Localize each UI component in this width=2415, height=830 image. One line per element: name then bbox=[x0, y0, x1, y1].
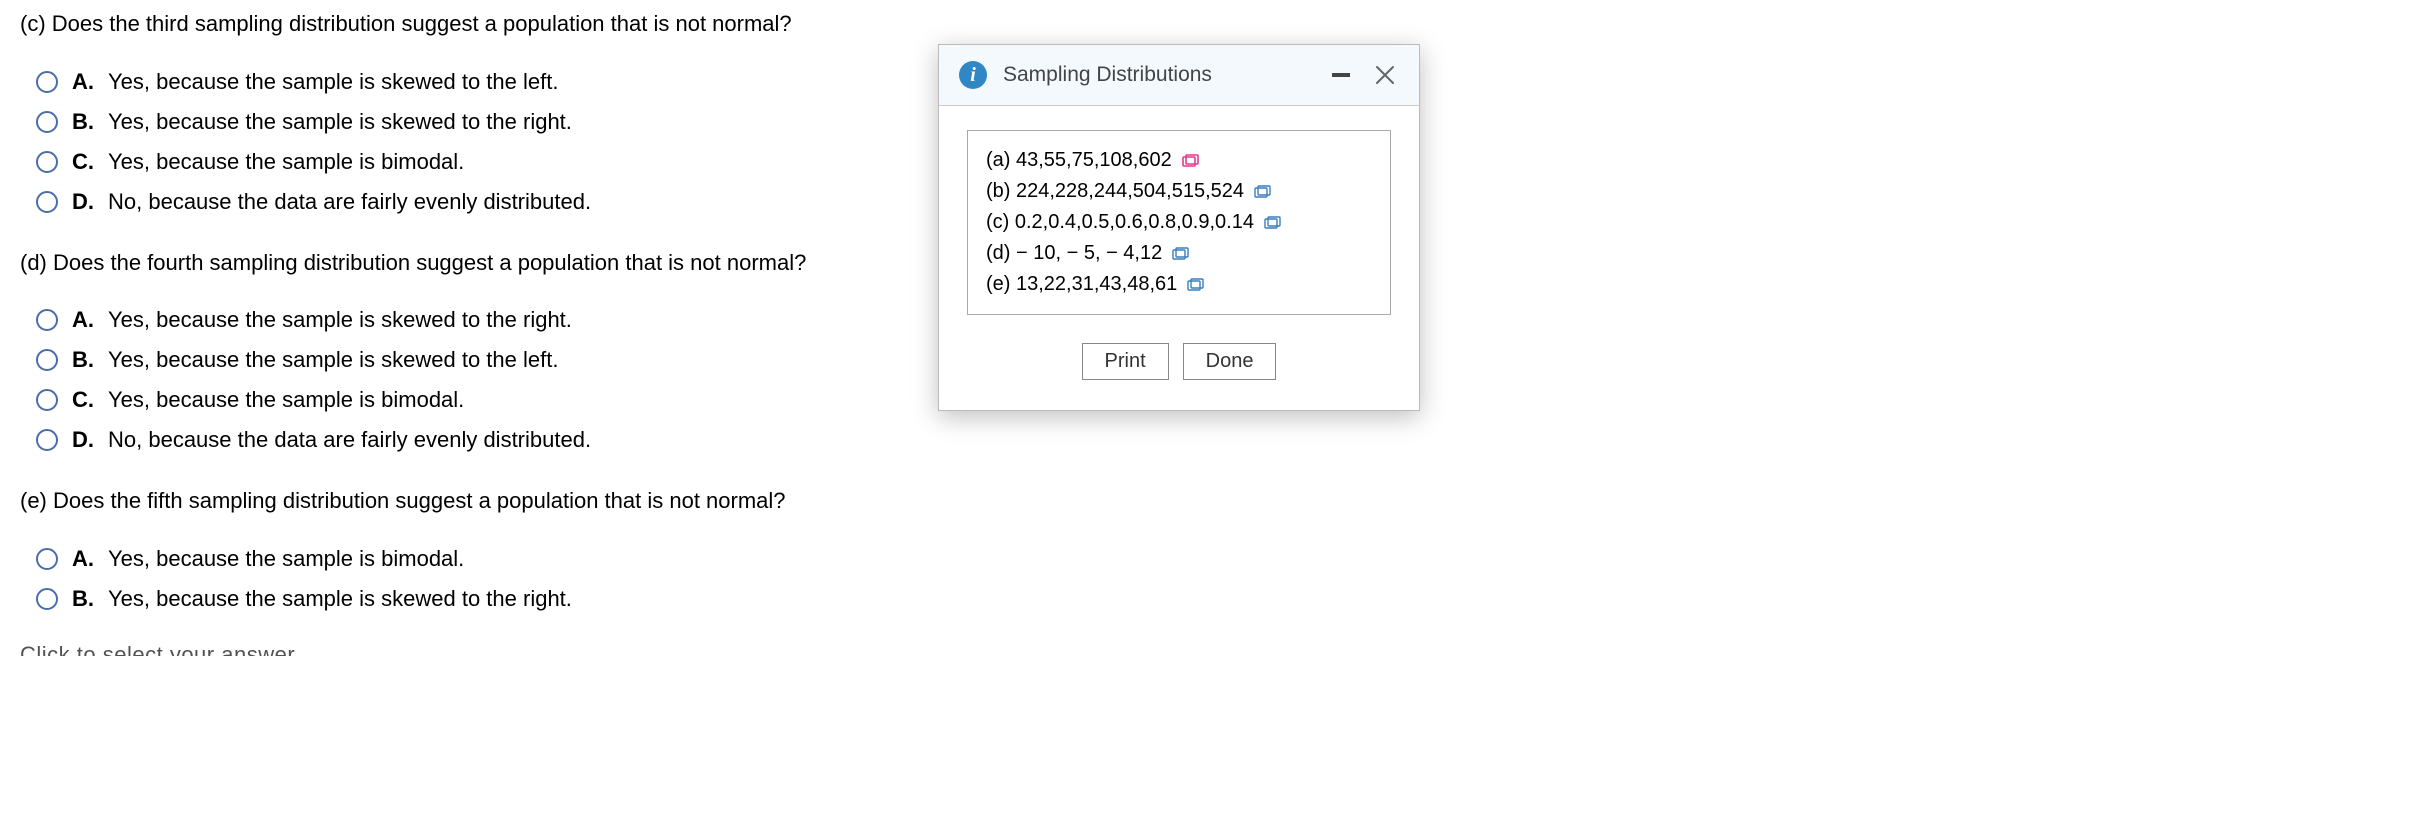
data-line-e: (e) 13,22,31,43,48,61 bbox=[986, 269, 1372, 300]
sampling-distributions-popup: i Sampling Distributions (a) 43,55,75,10… bbox=[938, 44, 1420, 411]
option-letter: C. bbox=[72, 149, 98, 175]
radio-e-b[interactable] bbox=[36, 588, 58, 610]
radio-e-a[interactable] bbox=[36, 548, 58, 570]
data-line-a: (a) 43,55,75,108,602 bbox=[986, 145, 1372, 176]
done-button[interactable]: Done bbox=[1183, 343, 1277, 380]
option-text: Yes, because the sample is bimodal. bbox=[108, 387, 464, 413]
option-text: Yes, because the sample is skewed to the… bbox=[108, 347, 558, 373]
popup-title: Sampling Distributions bbox=[1003, 63, 1311, 87]
data-text: (c) 0.2,0.4,0.5,0.6,0.8,0.9,0.14 bbox=[986, 211, 1254, 234]
page-root: (c) Does the third sampling distribution… bbox=[0, 0, 2415, 830]
data-text: (d) − 10, − 5, − 4,12 bbox=[986, 242, 1162, 265]
option-letter: B. bbox=[72, 586, 98, 612]
popup-body: (a) 43,55,75,108,602 (b) 224,228,244,504… bbox=[939, 106, 1419, 410]
option-text: Yes, because the sample is bimodal. bbox=[108, 149, 464, 175]
option-letter: B. bbox=[72, 347, 98, 373]
minimize-icon bbox=[1332, 73, 1350, 77]
data-text: (e) 13,22,31,43,48,61 bbox=[986, 273, 1177, 296]
radio-c-c[interactable] bbox=[36, 151, 58, 173]
option-letter: A. bbox=[72, 307, 98, 333]
radio-c-b[interactable] bbox=[36, 111, 58, 133]
data-line-b: (b) 224,228,244,504,515,524 bbox=[986, 176, 1372, 207]
data-line-d: (d) − 10, − 5, − 4,12 bbox=[986, 238, 1372, 269]
option-text: No, because the data are fairly evenly d… bbox=[108, 189, 591, 215]
copy-icon[interactable] bbox=[1172, 247, 1190, 261]
data-box: (a) 43,55,75,108,602 (b) 224,228,244,504… bbox=[967, 130, 1391, 315]
option-text: Yes, because the sample is skewed to the… bbox=[108, 586, 572, 612]
copy-icon[interactable] bbox=[1182, 154, 1200, 168]
copy-icon[interactable] bbox=[1264, 216, 1282, 230]
minimize-button[interactable] bbox=[1327, 61, 1355, 89]
close-icon bbox=[1374, 64, 1396, 86]
close-button[interactable] bbox=[1371, 61, 1399, 89]
question-e-prompt: (e) Does the fifth sampling distribution… bbox=[20, 487, 2395, 516]
radio-d-d[interactable] bbox=[36, 429, 58, 451]
popup-header: i Sampling Distributions bbox=[939, 45, 1419, 106]
copy-icon[interactable] bbox=[1187, 278, 1205, 292]
option-e-b: B. Yes, because the sample is skewed to … bbox=[36, 586, 2395, 612]
option-letter: D. bbox=[72, 189, 98, 215]
copy-icon[interactable] bbox=[1254, 185, 1272, 199]
option-d-d: D. No, because the data are fairly evenl… bbox=[36, 427, 2395, 453]
option-letter: C. bbox=[72, 387, 98, 413]
print-button[interactable]: Print bbox=[1082, 343, 1169, 380]
option-text: Yes, because the sample is bimodal. bbox=[108, 546, 464, 572]
question-c-prompt: (c) Does the third sampling distribution… bbox=[20, 10, 2395, 39]
info-icon: i bbox=[959, 61, 987, 89]
radio-d-b[interactable] bbox=[36, 349, 58, 371]
option-text: No, because the data are fairly evenly d… bbox=[108, 427, 591, 453]
option-text: Yes, because the sample is skewed to the… bbox=[108, 69, 558, 95]
option-text: Yes, because the sample is skewed to the… bbox=[108, 109, 572, 135]
data-line-c: (c) 0.2,0.4,0.5,0.6,0.8,0.9,0.14 bbox=[986, 207, 1372, 238]
popup-button-row: Print Done bbox=[967, 343, 1391, 386]
cutoff-instruction-text: Click to select your answer bbox=[20, 642, 2395, 656]
option-e-a: A. Yes, because the sample is bimodal. bbox=[36, 546, 2395, 572]
radio-d-a[interactable] bbox=[36, 309, 58, 331]
question-e-options: A. Yes, because the sample is bimodal. B… bbox=[20, 546, 2395, 612]
option-letter: D. bbox=[72, 427, 98, 453]
radio-c-d[interactable] bbox=[36, 191, 58, 213]
data-text: (a) 43,55,75,108,602 bbox=[986, 149, 1172, 172]
radio-d-c[interactable] bbox=[36, 389, 58, 411]
option-letter: A. bbox=[72, 546, 98, 572]
option-letter: B. bbox=[72, 109, 98, 135]
option-text: Yes, because the sample is skewed to the… bbox=[108, 307, 572, 333]
radio-c-a[interactable] bbox=[36, 71, 58, 93]
option-letter: A. bbox=[72, 69, 98, 95]
data-text: (b) 224,228,244,504,515,524 bbox=[986, 180, 1244, 203]
